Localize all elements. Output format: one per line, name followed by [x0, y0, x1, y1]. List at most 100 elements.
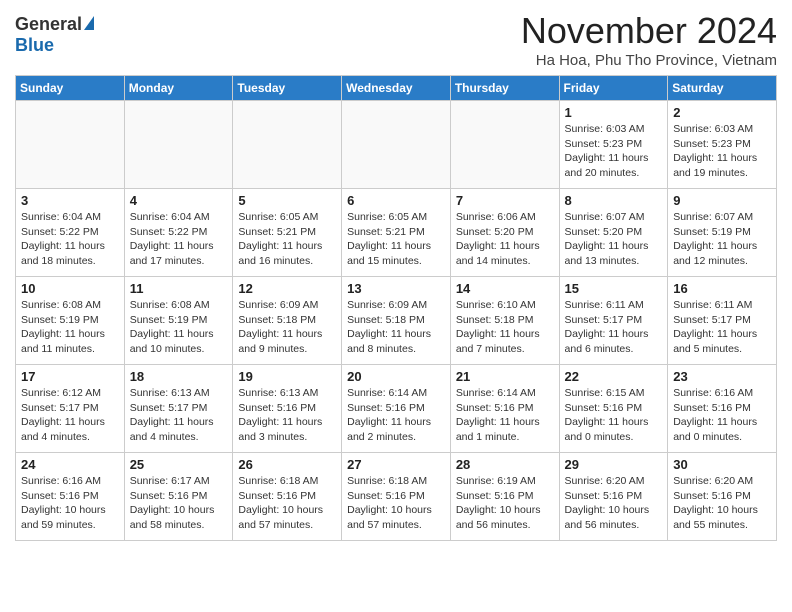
- calendar-table: SundayMondayTuesdayWednesdayThursdayFrid…: [15, 75, 777, 541]
- day-info: Sunrise: 6:18 AMSunset: 5:16 PMDaylight:…: [238, 474, 336, 533]
- day-info: Sunrise: 6:09 AMSunset: 5:18 PMDaylight:…: [347, 298, 445, 357]
- day-info: Sunrise: 6:10 AMSunset: 5:18 PMDaylight:…: [456, 298, 554, 357]
- calendar-cell: 11Sunrise: 6:08 AMSunset: 5:19 PMDayligh…: [124, 277, 233, 365]
- calendar-cell: [342, 101, 451, 189]
- calendar-cell: 18Sunrise: 6:13 AMSunset: 5:17 PMDayligh…: [124, 365, 233, 453]
- day-info: Sunrise: 6:03 AMSunset: 5:23 PMDaylight:…: [565, 122, 663, 181]
- location-subtitle: Ha Hoa, Phu Tho Province, Vietnam: [521, 52, 777, 69]
- day-number: 4: [130, 193, 228, 208]
- logo-general-text: General: [15, 14, 82, 35]
- calendar-cell: 14Sunrise: 6:10 AMSunset: 5:18 PMDayligh…: [450, 277, 559, 365]
- calendar-body: 1 Sunrise: 6:03 AMSunset: 5:23 PMDaylight…: [16, 101, 777, 541]
- day-info: Sunrise: 6:06 AMSunset: 5:20 PMDaylight:…: [456, 210, 554, 269]
- calendar-cell: 3 Sunrise: 6:04 AMSunset: 5:22 PMDaylight…: [16, 189, 125, 277]
- day-number: 2: [673, 105, 771, 120]
- calendar-cell: 5 Sunrise: 6:05 AMSunset: 5:21 PMDaylight…: [233, 189, 342, 277]
- day-number: 24: [21, 457, 119, 472]
- week-row-4: 17Sunrise: 6:12 AMSunset: 5:17 PMDayligh…: [16, 365, 777, 453]
- day-number: 20: [347, 369, 445, 384]
- day-info: Sunrise: 6:03 AMSunset: 5:23 PMDaylight:…: [673, 122, 771, 181]
- day-number: 19: [238, 369, 336, 384]
- calendar-cell: 27 Sunrise: 6:18 AMSunset: 5:16 PMDayligh…: [342, 453, 451, 541]
- calendar-cell: 21 Sunrise: 6:14 AMSunset: 5:16 PMDayligh…: [450, 365, 559, 453]
- calendar-cell: 24 Sunrise: 6:16 AMSunset: 5:16 PMDayligh…: [16, 453, 125, 541]
- day-number: 5: [238, 193, 336, 208]
- day-number: 26: [238, 457, 336, 472]
- day-number: 15: [565, 281, 663, 296]
- day-number: 16: [673, 281, 771, 296]
- day-number: 6: [347, 193, 445, 208]
- day-header-tuesday: Tuesday: [233, 76, 342, 101]
- day-number: 13: [347, 281, 445, 296]
- day-info: Sunrise: 6:07 AMSunset: 5:19 PMDaylight:…: [673, 210, 771, 269]
- day-info: Sunrise: 6:11 AMSunset: 5:17 PMDaylight:…: [565, 298, 663, 357]
- day-header-saturday: Saturday: [668, 76, 777, 101]
- logo: General Blue: [15, 10, 94, 56]
- day-number: 28: [456, 457, 554, 472]
- logo-blue-text: Blue: [15, 35, 54, 56]
- day-number: 3: [21, 193, 119, 208]
- week-row-1: 1 Sunrise: 6:03 AMSunset: 5:23 PMDaylight…: [16, 101, 777, 189]
- day-info: Sunrise: 6:07 AMSunset: 5:20 PMDaylight:…: [565, 210, 663, 269]
- day-number: 23: [673, 369, 771, 384]
- day-info: Sunrise: 6:04 AMSunset: 5:22 PMDaylight:…: [130, 210, 228, 269]
- day-info: Sunrise: 6:19 AMSunset: 5:16 PMDaylight:…: [456, 474, 554, 533]
- calendar-cell: 1 Sunrise: 6:03 AMSunset: 5:23 PMDaylight…: [559, 101, 668, 189]
- calendar-cell: 19 Sunrise: 6:13 AMSunset: 5:16 PMDayligh…: [233, 365, 342, 453]
- day-number: 1: [565, 105, 663, 120]
- day-number: 25: [130, 457, 228, 472]
- calendar-cell: 13 Sunrise: 6:09 AMSunset: 5:18 PMDayligh…: [342, 277, 451, 365]
- day-info: Sunrise: 6:05 AMSunset: 5:21 PMDaylight:…: [347, 210, 445, 269]
- day-number: 18: [130, 369, 228, 384]
- calendar-cell: 30 Sunrise: 6:20 AMSunset: 5:16 PMDayligh…: [668, 453, 777, 541]
- day-number: 8: [565, 193, 663, 208]
- day-header-sunday: Sunday: [16, 76, 125, 101]
- calendar-cell: 17Sunrise: 6:12 AMSunset: 5:17 PMDayligh…: [16, 365, 125, 453]
- day-number: 30: [673, 457, 771, 472]
- calendar-cell: 20 Sunrise: 6:14 AMSunset: 5:16 PMDayligh…: [342, 365, 451, 453]
- calendar-cell: 26 Sunrise: 6:18 AMSunset: 5:16 PMDayligh…: [233, 453, 342, 541]
- page-header: General Blue November 2024 Ha Hoa, Phu T…: [15, 10, 777, 69]
- calendar-cell: 15 Sunrise: 6:11 AMSunset: 5:17 PMDayligh…: [559, 277, 668, 365]
- day-number: 21: [456, 369, 554, 384]
- calendar-cell: 25 Sunrise: 6:17 AMSunset: 5:16 PMDayligh…: [124, 453, 233, 541]
- logo-triangle-icon: [84, 16, 94, 30]
- day-number: 27: [347, 457, 445, 472]
- day-info: Sunrise: 6:16 AMSunset: 5:16 PMDaylight:…: [21, 474, 119, 533]
- title-area: November 2024 Ha Hoa, Phu Tho Province, …: [521, 10, 777, 69]
- calendar-cell: 28 Sunrise: 6:19 AMSunset: 5:16 PMDayligh…: [450, 453, 559, 541]
- day-info: Sunrise: 6:13 AMSunset: 5:16 PMDaylight:…: [238, 386, 336, 445]
- calendar-cell: [16, 101, 125, 189]
- week-row-3: 10 Sunrise: 6:08 AMSunset: 5:19 PMDayligh…: [16, 277, 777, 365]
- calendar-cell: 29Sunrise: 6:20 AMSunset: 5:16 PMDayligh…: [559, 453, 668, 541]
- day-header-friday: Friday: [559, 76, 668, 101]
- week-row-2: 3 Sunrise: 6:04 AMSunset: 5:22 PMDaylight…: [16, 189, 777, 277]
- calendar-cell: 10Sunrise: 6:08 AMSunset: 5:19 PMDayligh…: [16, 277, 125, 365]
- day-header-thursday: Thursday: [450, 76, 559, 101]
- day-info: Sunrise: 6:11 AMSunset: 5:17 PMDaylight:…: [673, 298, 771, 357]
- day-info: Sunrise: 6:20 AMSunset: 5:16 PMDaylight:…: [673, 474, 771, 533]
- calendar-cell: 2 Sunrise: 6:03 AMSunset: 5:23 PMDaylight…: [668, 101, 777, 189]
- calendar-cell: 23Sunrise: 6:16 AMSunset: 5:16 PMDayligh…: [668, 365, 777, 453]
- day-number: 29: [565, 457, 663, 472]
- day-number: 9: [673, 193, 771, 208]
- calendar-cell: 4 Sunrise: 6:04 AMSunset: 5:22 PMDaylight…: [124, 189, 233, 277]
- day-info: Sunrise: 6:17 AMSunset: 5:16 PMDaylight:…: [130, 474, 228, 533]
- day-info: Sunrise: 6:05 AMSunset: 5:21 PMDaylight:…: [238, 210, 336, 269]
- day-number: 7: [456, 193, 554, 208]
- day-info: Sunrise: 6:15 AMSunset: 5:16 PMDaylight:…: [565, 386, 663, 445]
- day-header-wednesday: Wednesday: [342, 76, 451, 101]
- day-number: 12: [238, 281, 336, 296]
- calendar-cell: 8 Sunrise: 6:07 AMSunset: 5:20 PMDaylight…: [559, 189, 668, 277]
- calendar-cell: 7 Sunrise: 6:06 AMSunset: 5:20 PMDaylight…: [450, 189, 559, 277]
- day-info: Sunrise: 6:09 AMSunset: 5:18 PMDaylight:…: [238, 298, 336, 357]
- day-info: Sunrise: 6:14 AMSunset: 5:16 PMDaylight:…: [347, 386, 445, 445]
- calendar-cell: [450, 101, 559, 189]
- calendar-header-row: SundayMondayTuesdayWednesdayThursdayFrid…: [16, 76, 777, 101]
- day-number: 10: [21, 281, 119, 296]
- calendar-cell: [124, 101, 233, 189]
- day-info: Sunrise: 6:14 AMSunset: 5:16 PMDaylight:…: [456, 386, 554, 445]
- day-info: Sunrise: 6:04 AMSunset: 5:22 PMDaylight:…: [21, 210, 119, 269]
- day-info: Sunrise: 6:18 AMSunset: 5:16 PMDaylight:…: [347, 474, 445, 533]
- day-info: Sunrise: 6:08 AMSunset: 5:19 PMDaylight:…: [130, 298, 228, 357]
